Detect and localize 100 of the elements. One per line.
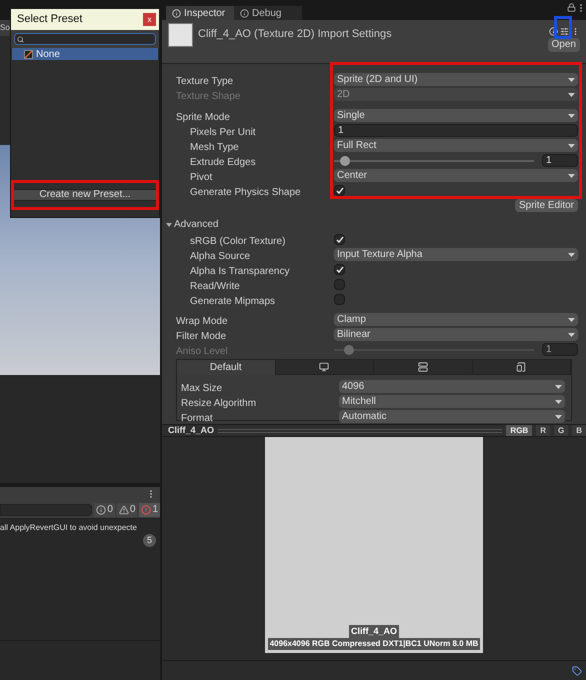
field-label: Generate Mipmaps [190, 296, 276, 306]
log-count-toggle[interactable]: 1 [139, 502, 160, 516]
field-label: Filter Mode [176, 332, 226, 342]
dropdown-value: Sprite (2D and UI) [337, 74, 418, 84]
field-label: Texture Shape [176, 92, 240, 102]
preview-title: Cliff_4_AO [168, 424, 214, 437]
checkbox[interactable] [334, 294, 345, 305]
dropdown-value: Full Rect [337, 140, 376, 150]
help-icon[interactable] [549, 27, 558, 36]
field-label: Format [181, 414, 213, 424]
foldout-arrow-icon[interactable] [166, 222, 172, 228]
info-icon [240, 8, 249, 18]
dropdown-field[interactable]: Sprite (2D and UI) [334, 73, 578, 86]
channel-button[interactable]: R [536, 425, 550, 436]
monitor-icon [319, 362, 330, 372]
close-button[interactable]: x [143, 13, 156, 26]
dropdown-value: 2D [337, 90, 350, 100]
inspector-title: Cliff_4_AO (Texture 2D) Import Settings [198, 27, 393, 42]
dropdown-field[interactable]: Input Texture Alpha [334, 248, 578, 261]
presets-icon[interactable] [560, 27, 569, 36]
texture-thumbnail [168, 23, 193, 47]
field-label: Texture Type [176, 76, 234, 86]
caret-icon [568, 332, 575, 336]
caret-icon [555, 384, 562, 388]
field-label: Pixels Per Unit [190, 128, 256, 138]
field-label: Read/Write [190, 282, 240, 292]
search-field[interactable] [14, 33, 156, 45]
popup-title: Select Preset [17, 12, 82, 28]
dropdown-value: Automatic [342, 412, 386, 422]
checkbox[interactable] [334, 185, 345, 196]
sprite-editor-button[interactable]: Sprite Editor [514, 199, 578, 212]
search-icon [17, 36, 24, 42]
field-label: Resize Algorithm [181, 398, 256, 408]
dropdown-field[interactable]: Mitchell [339, 395, 565, 408]
advanced-foldout[interactable]: Advanced [174, 217, 218, 232]
info-icon [172, 8, 181, 18]
preset-item[interactable]: None [12, 48, 158, 60]
caret-icon [568, 252, 575, 256]
field-label: Max Size [181, 384, 222, 394]
dropdown-field[interactable]: 4096 [339, 380, 565, 393]
log-count-toggle[interactable]: 0 [116, 502, 138, 516]
log-count-toggle[interactable]: 0 [94, 502, 115, 516]
field-label: Pivot [190, 172, 212, 182]
slider-thumb[interactable] [340, 156, 350, 166]
platform-tab[interactable] [374, 360, 472, 375]
caret-icon [568, 114, 575, 118]
caret-icon [568, 144, 575, 148]
dropdown-field[interactable]: Clamp [334, 313, 578, 326]
scene-tab[interactable]: So [0, 22, 10, 34]
console-search-field[interactable] [0, 504, 92, 516]
caret-icon [568, 92, 575, 96]
inspector-tab[interactable]: Debug [234, 6, 302, 20]
checkbox[interactable] [334, 279, 345, 290]
field-label: sRGB (Color Texture) [190, 236, 286, 246]
dropdown-field[interactable]: Center [334, 169, 578, 182]
dropdown-field[interactable]: Full Rect [334, 139, 578, 152]
channel-button[interactable]: B [572, 425, 586, 436]
dropdown-value: Input Texture Alpha [337, 250, 422, 260]
warning-icon [118, 504, 129, 514]
dropdown-value: Clamp [337, 314, 366, 324]
message-count-badge: 5 [143, 534, 156, 547]
field-label: Wrap Mode [176, 316, 228, 326]
error-icon [141, 504, 152, 514]
server-icon [418, 362, 428, 372]
dropdown-field[interactable]: Automatic [339, 410, 565, 423]
dropdown-value: Single [337, 110, 365, 120]
device-icon [516, 362, 526, 372]
dropdown-value: 4096 [342, 382, 364, 392]
caret-icon [568, 174, 575, 178]
channel-button[interactable]: RGB [506, 425, 532, 436]
lock-icon[interactable] [567, 3, 576, 12]
caret-icon [568, 78, 575, 82]
caret-icon [555, 414, 562, 418]
field-label: Mesh Type [190, 142, 239, 152]
dropdown-field[interactable]: Single [334, 109, 578, 122]
field-label: Extrude Edges [190, 158, 256, 168]
dropdown-value: Mitchell [342, 396, 376, 406]
number-field[interactable]: 1 [542, 154, 578, 167]
dropdown-value: Center [337, 170, 368, 180]
field-label: Alpha Is Transparency [190, 266, 290, 276]
dropdown-field[interactable]: Bilinear [334, 328, 578, 341]
open-button[interactable]: Open [548, 38, 580, 52]
channel-button[interactable]: G [554, 425, 568, 436]
console-message[interactable]: all ApplyRevertGUI to avoid unexpecte [0, 519, 160, 534]
platform-tab[interactable] [472, 360, 571, 375]
none-icon [24, 50, 33, 58]
caret-icon [555, 400, 562, 404]
field-label: Generate Physics Shape [190, 188, 301, 198]
tag-icon[interactable] [572, 666, 582, 676]
field-label: Alpha Source [190, 252, 250, 262]
caret-icon [568, 318, 575, 322]
checkbox[interactable] [334, 264, 345, 275]
number-field[interactable]: 1 [334, 124, 578, 137]
field-label: Aniso Level [176, 346, 228, 356]
dropdown-value: Bilinear [337, 330, 370, 340]
checkbox[interactable] [334, 234, 345, 245]
create-preset-button[interactable]: Create new Preset... [13, 189, 157, 201]
preview-info: 4096x4096 RGB Compressed DXT1|BC1 UNorm 8.0 MB [268, 638, 480, 650]
inspector-tab[interactable]: Inspector [166, 6, 234, 20]
preview-caption: Cliff_4_AO [348, 624, 399, 638]
